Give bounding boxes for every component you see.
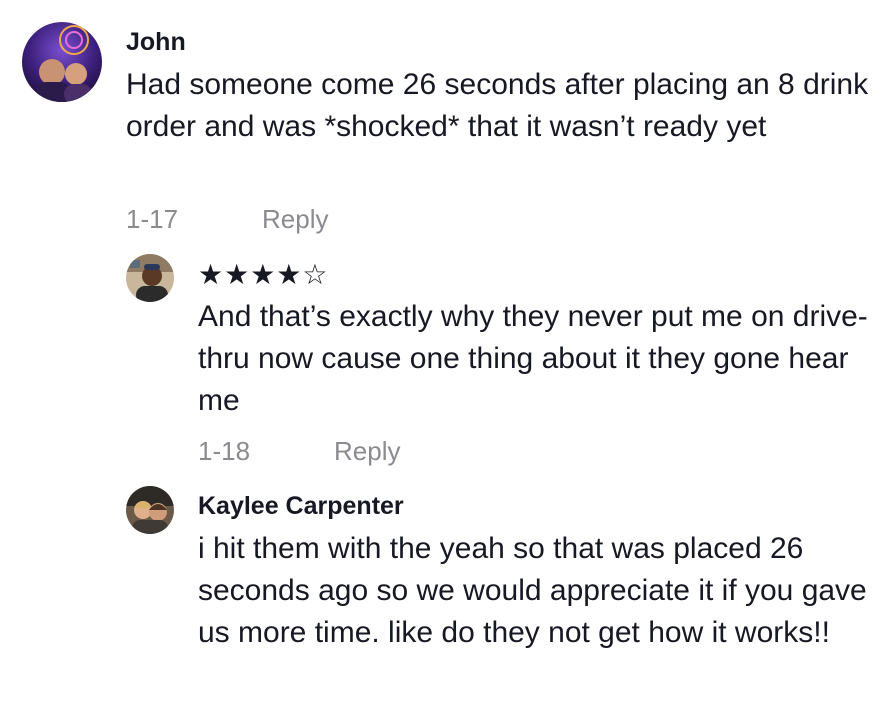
comment-date: 1-18 xyxy=(198,436,251,466)
avatar-photo-icon xyxy=(22,22,102,102)
star-rating: ★★★★☆ xyxy=(198,259,329,290)
comment-text: i hit them with the yeah so that was pla… xyxy=(198,532,867,649)
comment-date: 1-17 xyxy=(126,204,179,234)
username[interactable]: John xyxy=(126,28,186,57)
avatar[interactable] xyxy=(126,486,174,534)
reply-button[interactable]: Reply xyxy=(334,436,400,467)
avatar[interactable] xyxy=(126,254,174,302)
comment-text: And that’s exactly why they never put me… xyxy=(198,300,868,417)
avatar-photo-icon xyxy=(126,254,174,302)
comment-text: Had someone come 26 seconds after placin… xyxy=(126,68,869,143)
username[interactable]: Kaylee Carpenter xyxy=(198,492,404,521)
reply-button[interactable]: Reply xyxy=(262,204,328,235)
avatar-photo-icon xyxy=(126,486,174,534)
avatar[interactable] xyxy=(22,22,102,102)
